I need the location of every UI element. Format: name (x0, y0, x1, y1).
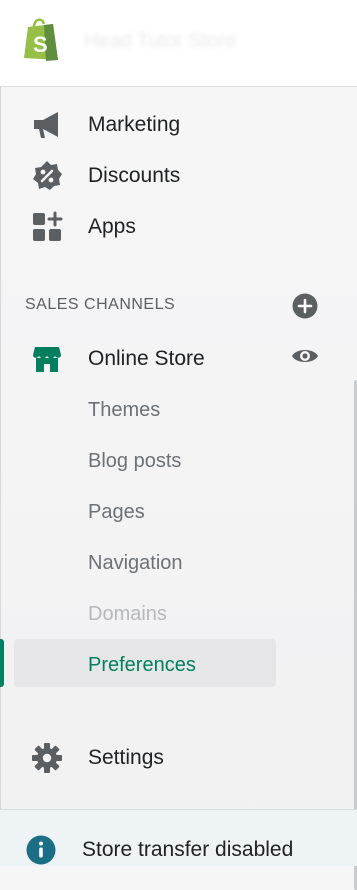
sidebar-subitem-preferences[interactable]: Preferences (88, 654, 196, 677)
sidebar-item-settings[interactable]: Settings (0, 738, 330, 778)
sidebar-item-label: Discounts (88, 164, 181, 187)
store-name[interactable]: Head Tutor Store (84, 30, 236, 53)
sidebar-subitem-navigation[interactable]: Navigation (88, 552, 183, 575)
info-circle-icon (26, 835, 56, 865)
store-transfer-banner[interactable]: Store transfer disabled (0, 809, 357, 866)
active-indicator (0, 639, 4, 687)
sidebar-item-online-store[interactable]: Online Store (0, 339, 330, 379)
apps-grid-icon (30, 210, 64, 244)
banner-text: Store transfer disabled (82, 838, 294, 861)
megaphone-icon (30, 108, 64, 142)
storefront-icon (30, 342, 64, 376)
sales-channels-heading: SALES CHANNELS (25, 296, 176, 313)
top-bar: S Head Tutor Store (0, 0, 357, 87)
sidebar-item-discounts[interactable]: Discounts (0, 156, 330, 196)
sidebar-item-apps[interactable]: Apps (0, 207, 330, 247)
eye-icon[interactable] (291, 344, 319, 368)
sidebar-item-label: Marketing (88, 113, 181, 136)
gear-icon (30, 741, 64, 775)
sidebar-subitem-pages[interactable]: Pages (88, 501, 145, 524)
sidebar-item-label: Online Store (88, 347, 205, 370)
sidebar-item-label: Apps (88, 215, 136, 238)
sidebar-item-marketing[interactable]: Marketing (0, 105, 330, 145)
sidebar-subitem-blog-posts[interactable]: Blog posts (88, 450, 181, 473)
discount-badge-icon (30, 159, 64, 193)
sidebar-subitem-themes[interactable]: Themes (88, 399, 160, 422)
sidebar-subitem-domains[interactable]: Domains (88, 603, 167, 626)
sidebar-item-label: Settings (88, 746, 164, 769)
plus-circle-icon[interactable] (292, 293, 318, 319)
shopify-logo-icon[interactable]: S (22, 16, 62, 62)
svg-text:S: S (33, 32, 48, 57)
